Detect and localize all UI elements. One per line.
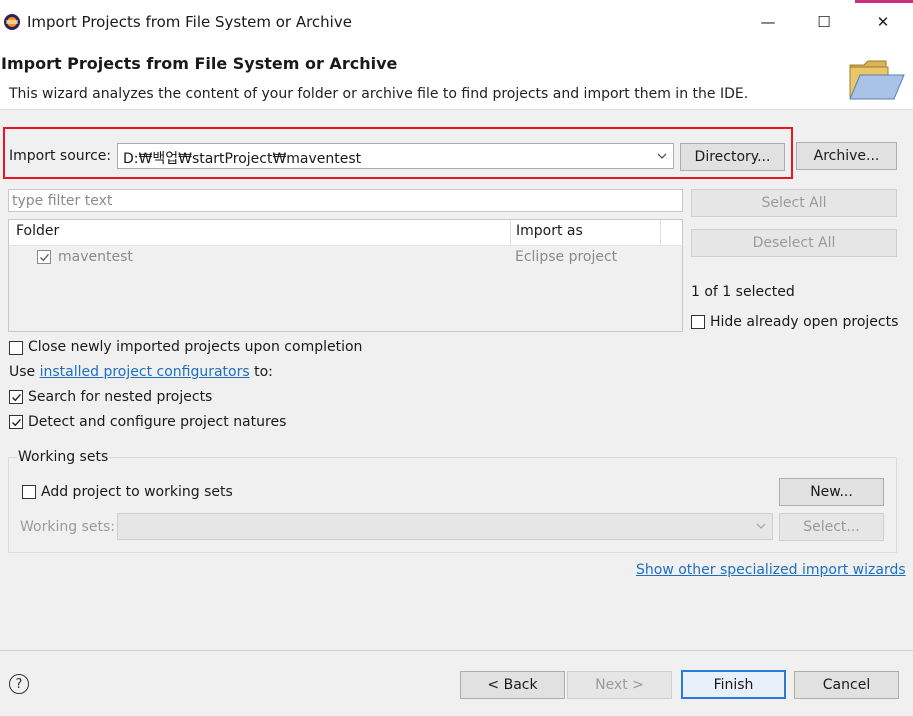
add-to-working-sets-checkbox[interactable] xyxy=(22,485,36,499)
import-source-combo[interactable]: D:₩백업₩startProject₩maventest xyxy=(117,143,674,169)
row-folder: maventest xyxy=(58,249,133,265)
filter-field[interactable] xyxy=(8,189,683,212)
import-source-value: D:₩백업₩startProject₩maventest xyxy=(123,151,362,167)
finish-button[interactable]: Finish xyxy=(681,670,786,699)
new-working-set-button[interactable]: New... xyxy=(779,478,884,506)
import-source-label: Import source: xyxy=(9,148,112,164)
select-working-sets-button[interactable]: Select... xyxy=(779,513,884,541)
archive-button[interactable]: Archive... xyxy=(796,142,897,170)
chevron-down-icon xyxy=(657,153,667,159)
search-nested-checkbox[interactable] xyxy=(9,390,23,404)
folder-open-icon xyxy=(846,55,906,101)
chevron-down-icon xyxy=(756,523,766,529)
column-divider[interactable] xyxy=(510,220,511,245)
wizard-description: This wizard analyzes the content of your… xyxy=(9,86,749,102)
working-sets-label: Working sets: xyxy=(20,519,115,535)
close-newly-label[interactable]: Close newly imported projects upon compl… xyxy=(28,339,362,355)
working-sets-group-label: Working sets xyxy=(17,449,110,465)
working-sets-combo[interactable] xyxy=(117,513,773,540)
filter-input[interactable] xyxy=(9,190,682,211)
checkmark-icon xyxy=(11,418,21,426)
window-title: Import Projects from File System or Arch… xyxy=(27,13,352,31)
maximize-icon[interactable]: ☐ xyxy=(813,11,835,33)
column-header-folder[interactable]: Folder xyxy=(16,223,59,239)
eclipse-app-icon xyxy=(3,13,21,31)
specialized-wizards-link[interactable]: Show other specialized import wizards xyxy=(636,562,906,578)
detect-natures-label[interactable]: Detect and configure project natures xyxy=(28,414,286,430)
accent-strip xyxy=(855,0,913,3)
use-prefix: Use xyxy=(9,364,36,380)
cancel-button[interactable]: Cancel xyxy=(794,671,899,699)
select-all-button[interactable]: Select All xyxy=(691,189,897,217)
minimize-icon[interactable]: — xyxy=(757,11,779,33)
add-to-working-sets-label[interactable]: Add project to working sets xyxy=(41,484,233,500)
help-icon[interactable]: ? xyxy=(9,674,29,694)
configurators-link[interactable]: installed project configurators xyxy=(40,364,250,380)
use-suffix: to: xyxy=(254,364,273,380)
close-newly-checkbox[interactable] xyxy=(9,341,23,355)
close-icon[interactable]: ✕ xyxy=(872,11,894,33)
wizard-title: Import Projects from File System or Arch… xyxy=(1,54,398,73)
search-nested-label[interactable]: Search for nested projects xyxy=(28,389,212,405)
deselect-all-button[interactable]: Deselect All xyxy=(691,229,897,257)
directory-button[interactable]: Directory... xyxy=(680,143,785,171)
column-header-import-as[interactable]: Import as xyxy=(516,223,583,239)
table-row[interactable]: maventest Eclipse project xyxy=(9,245,682,271)
column-divider[interactable] xyxy=(660,220,661,245)
projects-table: Folder Import as maventest Eclipse proje… xyxy=(8,219,683,332)
checkmark-icon xyxy=(11,393,21,401)
checkmark-icon xyxy=(39,253,49,261)
hide-open-label[interactable]: Hide already open projects xyxy=(710,314,898,330)
footer-separator xyxy=(0,650,913,651)
table-header: Folder Import as xyxy=(9,220,682,246)
hide-open-checkbox[interactable] xyxy=(691,315,705,329)
back-button[interactable]: < Back xyxy=(460,671,565,699)
detect-natures-checkbox[interactable] xyxy=(9,415,23,429)
selected-count: 1 of 1 selected xyxy=(691,284,795,300)
row-checkbox[interactable] xyxy=(37,250,51,264)
row-import-as: Eclipse project xyxy=(515,249,618,265)
configurators-line: Use installed project configurators to: xyxy=(9,364,273,380)
next-button[interactable]: Next > xyxy=(567,671,672,699)
